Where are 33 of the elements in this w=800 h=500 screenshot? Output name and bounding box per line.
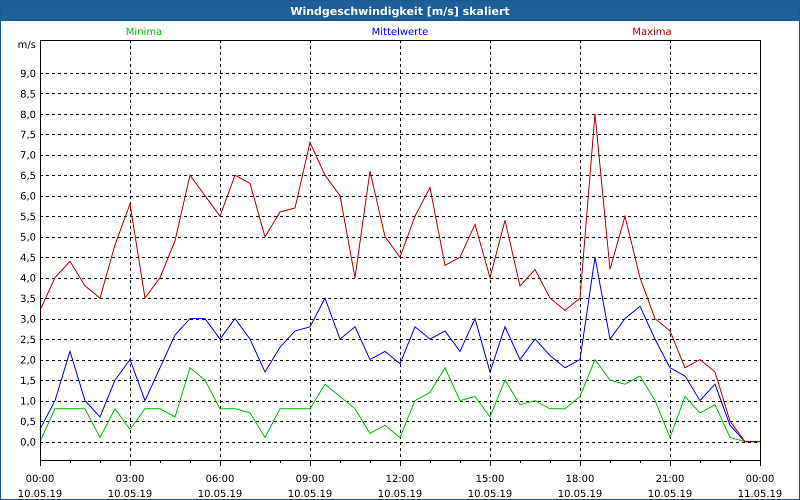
- axis-tick-label: 06:00 10.05.19: [198, 474, 242, 499]
- axis-tick-label: 5,5: [20, 212, 36, 224]
- axis-tick-label: 8,0: [20, 110, 36, 121]
- axis-tick-label: 00:00 11.05.19: [738, 474, 782, 499]
- axis-tick-label: 6,5: [20, 171, 36, 182]
- axis-unit-label: m/s: [18, 40, 36, 51]
- axis-tick-label: 9,0: [20, 68, 36, 80]
- axis-tick-label: 18:00 10.05.19: [558, 474, 602, 499]
- axis-tick-label: 03:00 10.05.19: [108, 474, 152, 499]
- axis-tick-label: 1,5: [20, 376, 36, 388]
- axis-tick-label: 8,5: [20, 89, 36, 100]
- axis-tick-label: 7,5: [20, 130, 36, 142]
- axis-tick-label: 21:00 10.05.19: [648, 474, 692, 499]
- axis-tick-label: 1,0: [20, 396, 36, 408]
- axis-tick-label: 2,0: [20, 356, 36, 367]
- axis-tick-label: 6,0: [20, 192, 36, 203]
- legend-label: Minima: [126, 27, 162, 38]
- axis-tick-label: 12:00 10.05.19: [378, 474, 422, 499]
- legend-label: Maxima: [632, 27, 672, 38]
- axis-tick-label: 0,0: [20, 438, 36, 449]
- axis-tick-label: 4,5: [20, 253, 36, 264]
- axis-tick-label: 3,5: [20, 294, 36, 306]
- axis-tick-label: 2,5: [20, 335, 36, 346]
- axis-tick-label: 4,0: [20, 274, 36, 285]
- axis-tick-label: 3,0: [20, 314, 36, 326]
- legend-label: Mittelwerte: [372, 27, 428, 38]
- axis-tick-label: 0,5: [20, 417, 36, 428]
- window-title: Windgeschwindigkeit [m/s] skaliert: [290, 4, 510, 18]
- axis-tick-label: 09:00 10.05.19: [288, 474, 332, 499]
- axis-tick-label: 00:00 10.05.19: [18, 474, 62, 499]
- axis-tick-label: 15:00 10.05.19: [468, 474, 512, 499]
- axis-tick-label: 5,0: [20, 232, 36, 244]
- axis-tick-label: 7,0: [20, 150, 36, 162]
